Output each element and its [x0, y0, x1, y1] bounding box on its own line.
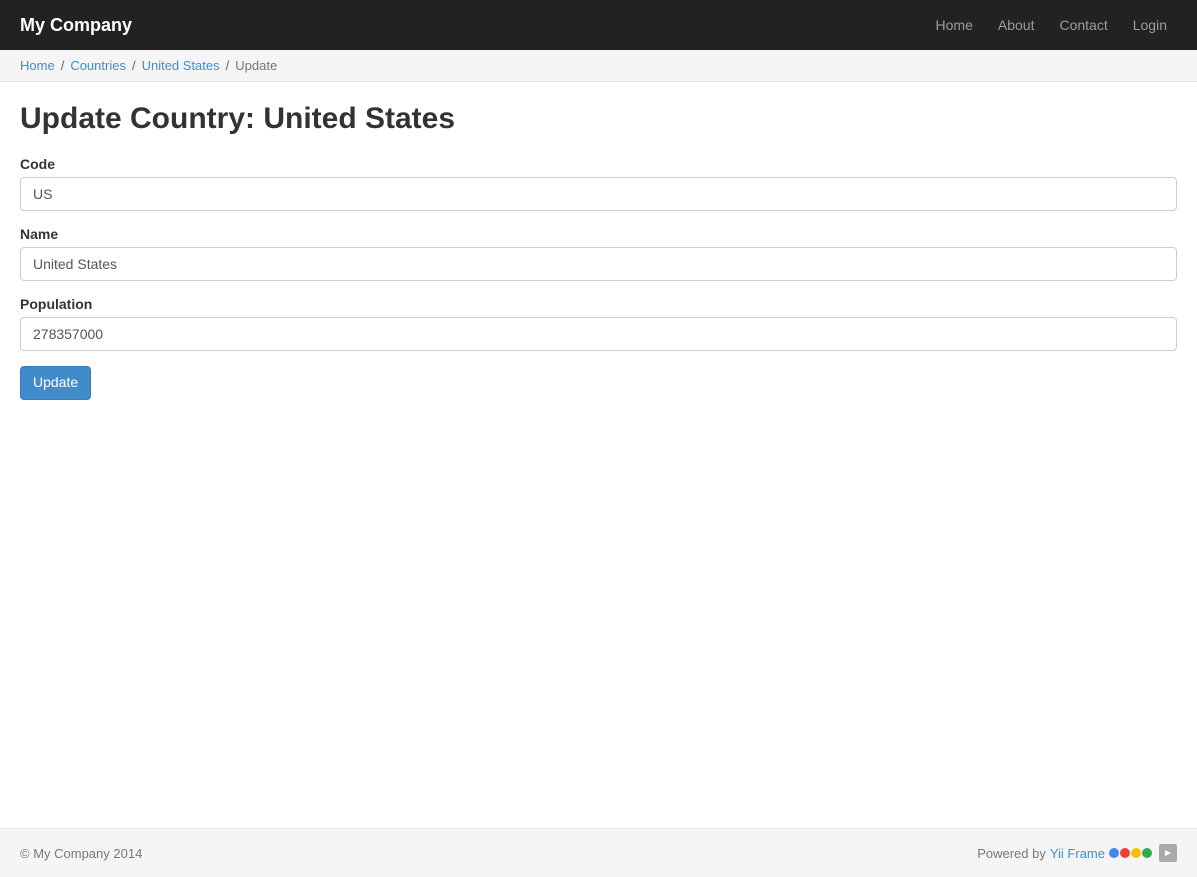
yii-logo-blue [1109, 848, 1119, 858]
breadcrumb-label-update: Update [235, 58, 277, 73]
footer-copyright: © My Company 2014 [20, 846, 142, 861]
footer-yii-link[interactable]: Yii Frame [1050, 846, 1105, 861]
breadcrumb-item-update: Update [220, 58, 278, 73]
nav-link-about[interactable]: About [988, 0, 1045, 50]
name-label: Name [20, 226, 1177, 242]
brand-link[interactable]: My Company [20, 15, 132, 36]
footer-powered-text: Powered by [977, 846, 1046, 861]
nav-item-login: Login [1123, 0, 1177, 50]
form-group-population: Population [20, 296, 1177, 351]
form-group-code: Code [20, 156, 1177, 211]
update-form: Code Name Population Update [20, 156, 1177, 400]
form-group-name: Name [20, 226, 1177, 281]
breadcrumb-item-united-states: United States [126, 58, 220, 73]
nav-link-contact[interactable]: Contact [1049, 0, 1117, 50]
breadcrumb-bar: Home Countries United States Update [0, 50, 1197, 82]
footer: © My Company 2014 Powered by Yii Frame ► [0, 828, 1197, 877]
nav-links: Home About Contact Login [926, 0, 1177, 50]
population-input[interactable] [20, 317, 1177, 351]
footer-powered: Powered by Yii Frame ► [977, 844, 1177, 862]
nav-link-home[interactable]: Home [926, 0, 983, 50]
nav-item-contact: Contact [1049, 0, 1117, 50]
breadcrumb-item-home: Home [20, 58, 55, 73]
yii-logo-green [1142, 848, 1152, 858]
breadcrumb-link-home[interactable]: Home [20, 58, 55, 73]
code-input[interactable] [20, 177, 1177, 211]
breadcrumb-item-countries: Countries [55, 58, 126, 73]
breadcrumb: Home Countries United States Update [20, 58, 1177, 73]
yii-logo-icon [1109, 848, 1152, 858]
nav-item-home: Home [926, 0, 983, 50]
page-title: Update Country: United States [20, 102, 1177, 136]
scroll-indicator-icon[interactable]: ► [1159, 844, 1177, 862]
name-input[interactable] [20, 247, 1177, 281]
update-button[interactable]: Update [20, 366, 91, 400]
population-label: Population [20, 296, 1177, 312]
breadcrumb-link-countries[interactable]: Countries [70, 58, 126, 73]
breadcrumb-link-united-states[interactable]: United States [142, 58, 220, 73]
yii-logo-red [1120, 848, 1130, 858]
code-label: Code [20, 156, 1177, 172]
yii-logo-yellow [1131, 848, 1141, 858]
main-content: Update Country: United States Code Name … [0, 82, 1197, 828]
nav-item-about: About [988, 0, 1045, 50]
navbar: My Company Home About Contact Login [0, 0, 1197, 50]
nav-link-login[interactable]: Login [1123, 0, 1177, 50]
